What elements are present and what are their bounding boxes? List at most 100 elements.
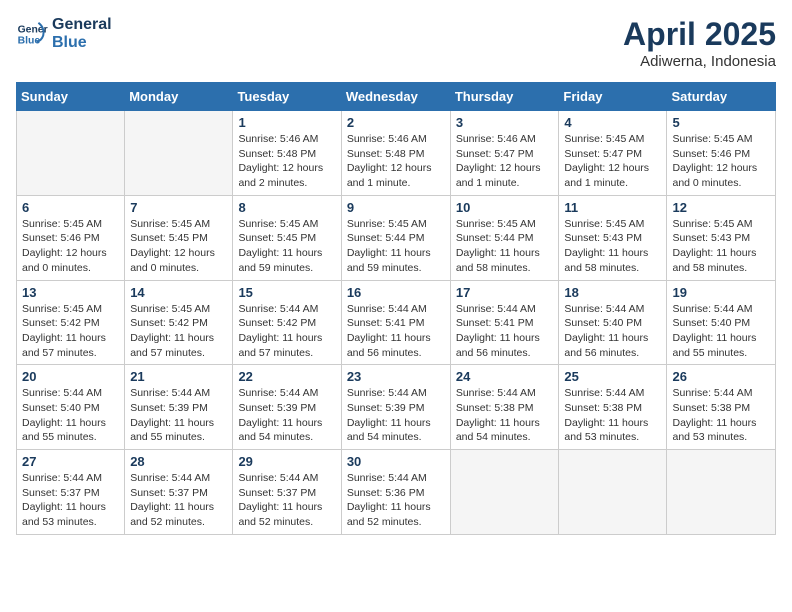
day-info: Sunrise: 5:44 AM Sunset: 5:39 PM Dayligh…: [130, 386, 227, 445]
day-info: Sunrise: 5:46 AM Sunset: 5:47 PM Dayligh…: [456, 132, 554, 191]
day-number: 6: [22, 200, 119, 215]
weekday-header-row: SundayMondayTuesdayWednesdayThursdayFrid…: [17, 83, 776, 111]
calendar-cell: 19 Sunrise: 5:44 AM Sunset: 5:40 PM Dayli…: [667, 280, 776, 365]
calendar-cell: 9 Sunrise: 5:45 AM Sunset: 5:44 PM Daylig…: [341, 195, 450, 280]
calendar-cell: 27Sunrise: 5:44 AM Sunset: 5:37 PM Dayli…: [17, 450, 125, 535]
weekday-header-wednesday: Wednesday: [341, 83, 450, 111]
calendar-cell: 2 Sunrise: 5:46 AM Sunset: 5:48 PM Daylig…: [341, 111, 450, 196]
day-info: Sunrise: 5:44 AM Sunset: 5:37 PM Dayligh…: [238, 471, 335, 530]
day-number: 2: [347, 115, 445, 130]
day-number: 14: [130, 285, 227, 300]
day-number: 20: [22, 369, 119, 384]
day-info: Sunrise: 5:45 AM Sunset: 5:45 PM Dayligh…: [130, 217, 227, 276]
day-number: 12: [672, 200, 770, 215]
weekday-header-tuesday: Tuesday: [233, 83, 341, 111]
day-number: 30: [347, 454, 445, 469]
day-number: 21: [130, 369, 227, 384]
calendar-title: April 2025: [623, 16, 776, 53]
day-number: 26: [672, 369, 770, 384]
day-info: Sunrise: 5:45 AM Sunset: 5:45 PM Dayligh…: [238, 217, 335, 276]
day-number: 9: [347, 200, 445, 215]
calendar-cell: 26 Sunrise: 5:44 AM Sunset: 5:38 PM Dayli…: [667, 365, 776, 450]
week-row-5: 27Sunrise: 5:44 AM Sunset: 5:37 PM Dayli…: [17, 450, 776, 535]
day-number: 5: [672, 115, 770, 130]
day-info: Sunrise: 5:44 AM Sunset: 5:40 PM Dayligh…: [564, 302, 661, 361]
calendar-cell: 21 Sunrise: 5:44 AM Sunset: 5:39 PM Dayli…: [125, 365, 233, 450]
calendar-cell: 23 Sunrise: 5:44 AM Sunset: 5:39 PM Dayli…: [341, 365, 450, 450]
calendar-cell: 18 Sunrise: 5:44 AM Sunset: 5:40 PM Dayli…: [559, 280, 667, 365]
weekday-header-thursday: Thursday: [450, 83, 559, 111]
calendar-cell: 5Sunrise: 5:45 AM Sunset: 5:46 PM Daylig…: [667, 111, 776, 196]
week-row-2: 6 Sunrise: 5:45 AM Sunset: 5:46 PM Daylig…: [17, 195, 776, 280]
calendar-cell: 12 Sunrise: 5:45 AM Sunset: 5:43 PM Dayli…: [667, 195, 776, 280]
week-row-4: 20Sunrise: 5:44 AM Sunset: 5:40 PM Dayli…: [17, 365, 776, 450]
calendar-cell: [450, 450, 559, 535]
week-row-1: 1 Sunrise: 5:46 AM Sunset: 5:48 PM Daylig…: [17, 111, 776, 196]
day-number: 23: [347, 369, 445, 384]
day-number: 28: [130, 454, 227, 469]
calendar-cell: [559, 450, 667, 535]
day-number: 13: [22, 285, 119, 300]
day-number: 24: [456, 369, 554, 384]
calendar-cell: [17, 111, 125, 196]
calendar-cell: 10Sunrise: 5:45 AM Sunset: 5:44 PM Dayli…: [450, 195, 559, 280]
logo-icon: General Blue: [16, 18, 48, 50]
day-info: Sunrise: 5:44 AM Sunset: 5:39 PM Dayligh…: [238, 386, 335, 445]
day-info: Sunrise: 5:45 AM Sunset: 5:44 PM Dayligh…: [347, 217, 445, 276]
calendar-cell: 24 Sunrise: 5:44 AM Sunset: 5:38 PM Dayli…: [450, 365, 559, 450]
day-info: Sunrise: 5:46 AM Sunset: 5:48 PM Dayligh…: [347, 132, 445, 191]
calendar-cell: 14 Sunrise: 5:45 AM Sunset: 5:42 PM Dayli…: [125, 280, 233, 365]
day-info: Sunrise: 5:45 AM Sunset: 5:42 PM Dayligh…: [130, 302, 227, 361]
day-number: 7: [130, 200, 227, 215]
day-number: 15: [238, 285, 335, 300]
day-info: Sunrise: 5:46 AM Sunset: 5:48 PM Dayligh…: [238, 132, 335, 191]
day-info: Sunrise: 5:44 AM Sunset: 5:39 PM Dayligh…: [347, 386, 445, 445]
day-info: Sunrise: 5:44 AM Sunset: 5:37 PM Dayligh…: [22, 471, 119, 530]
calendar-cell: 6 Sunrise: 5:45 AM Sunset: 5:46 PM Daylig…: [17, 195, 125, 280]
calendar-cell: 30 Sunrise: 5:44 AM Sunset: 5:36 PM Dayli…: [341, 450, 450, 535]
day-number: 29: [238, 454, 335, 469]
weekday-header-monday: Monday: [125, 83, 233, 111]
calendar-cell: 13 Sunrise: 5:45 AM Sunset: 5:42 PM Dayli…: [17, 280, 125, 365]
calendar-cell: 4Sunrise: 5:45 AM Sunset: 5:47 PM Daylig…: [559, 111, 667, 196]
day-number: 19: [672, 285, 770, 300]
weekday-header-friday: Friday: [559, 83, 667, 111]
day-info: Sunrise: 5:45 AM Sunset: 5:47 PM Dayligh…: [564, 132, 661, 191]
calendar-cell: 22 Sunrise: 5:44 AM Sunset: 5:39 PM Dayli…: [233, 365, 341, 450]
logo: General Blue GeneralBlue: [16, 16, 112, 51]
day-info: Sunrise: 5:45 AM Sunset: 5:42 PM Dayligh…: [22, 302, 119, 361]
day-info: Sunrise: 5:44 AM Sunset: 5:38 PM Dayligh…: [456, 386, 554, 445]
day-number: 3: [456, 115, 554, 130]
day-info: Sunrise: 5:44 AM Sunset: 5:41 PM Dayligh…: [456, 302, 554, 361]
day-number: 8: [238, 200, 335, 215]
calendar-cell: 15Sunrise: 5:44 AM Sunset: 5:42 PM Dayli…: [233, 280, 341, 365]
calendar-cell: 28 Sunrise: 5:44 AM Sunset: 5:37 PM Dayli…: [125, 450, 233, 535]
day-info: Sunrise: 5:44 AM Sunset: 5:38 PM Dayligh…: [672, 386, 770, 445]
day-info: Sunrise: 5:45 AM Sunset: 5:43 PM Dayligh…: [564, 217, 661, 276]
calendar-cell: 25Sunrise: 5:44 AM Sunset: 5:38 PM Dayli…: [559, 365, 667, 450]
calendar-cell: 8 Sunrise: 5:45 AM Sunset: 5:45 PM Daylig…: [233, 195, 341, 280]
calendar-cell: [667, 450, 776, 535]
weekday-header-sunday: Sunday: [17, 83, 125, 111]
day-info: Sunrise: 5:44 AM Sunset: 5:36 PM Dayligh…: [347, 471, 445, 530]
day-info: Sunrise: 5:44 AM Sunset: 5:37 PM Dayligh…: [130, 471, 227, 530]
calendar-cell: 11 Sunrise: 5:45 AM Sunset: 5:43 PM Dayli…: [559, 195, 667, 280]
day-number: 10: [456, 200, 554, 215]
day-info: Sunrise: 5:44 AM Sunset: 5:38 PM Dayligh…: [564, 386, 661, 445]
logo-text: GeneralBlue: [52, 16, 112, 51]
day-number: 22: [238, 369, 335, 384]
day-number: 16: [347, 285, 445, 300]
day-info: Sunrise: 5:45 AM Sunset: 5:43 PM Dayligh…: [672, 217, 770, 276]
day-info: Sunrise: 5:44 AM Sunset: 5:41 PM Dayligh…: [347, 302, 445, 361]
calendar-table: SundayMondayTuesdayWednesdayThursdayFrid…: [16, 82, 776, 535]
calendar-cell: 20Sunrise: 5:44 AM Sunset: 5:40 PM Dayli…: [17, 365, 125, 450]
day-number: 1: [238, 115, 335, 130]
calendar-cell: 29 Sunrise: 5:44 AM Sunset: 5:37 PM Dayli…: [233, 450, 341, 535]
title-area: April 2025 Adiwerna, Indonesia: [623, 16, 776, 70]
week-row-3: 13 Sunrise: 5:45 AM Sunset: 5:42 PM Dayli…: [17, 280, 776, 365]
day-info: Sunrise: 5:44 AM Sunset: 5:40 PM Dayligh…: [672, 302, 770, 361]
calendar-cell: [125, 111, 233, 196]
day-number: 11: [564, 200, 661, 215]
day-info: Sunrise: 5:45 AM Sunset: 5:46 PM Dayligh…: [22, 217, 119, 276]
day-number: 18: [564, 285, 661, 300]
